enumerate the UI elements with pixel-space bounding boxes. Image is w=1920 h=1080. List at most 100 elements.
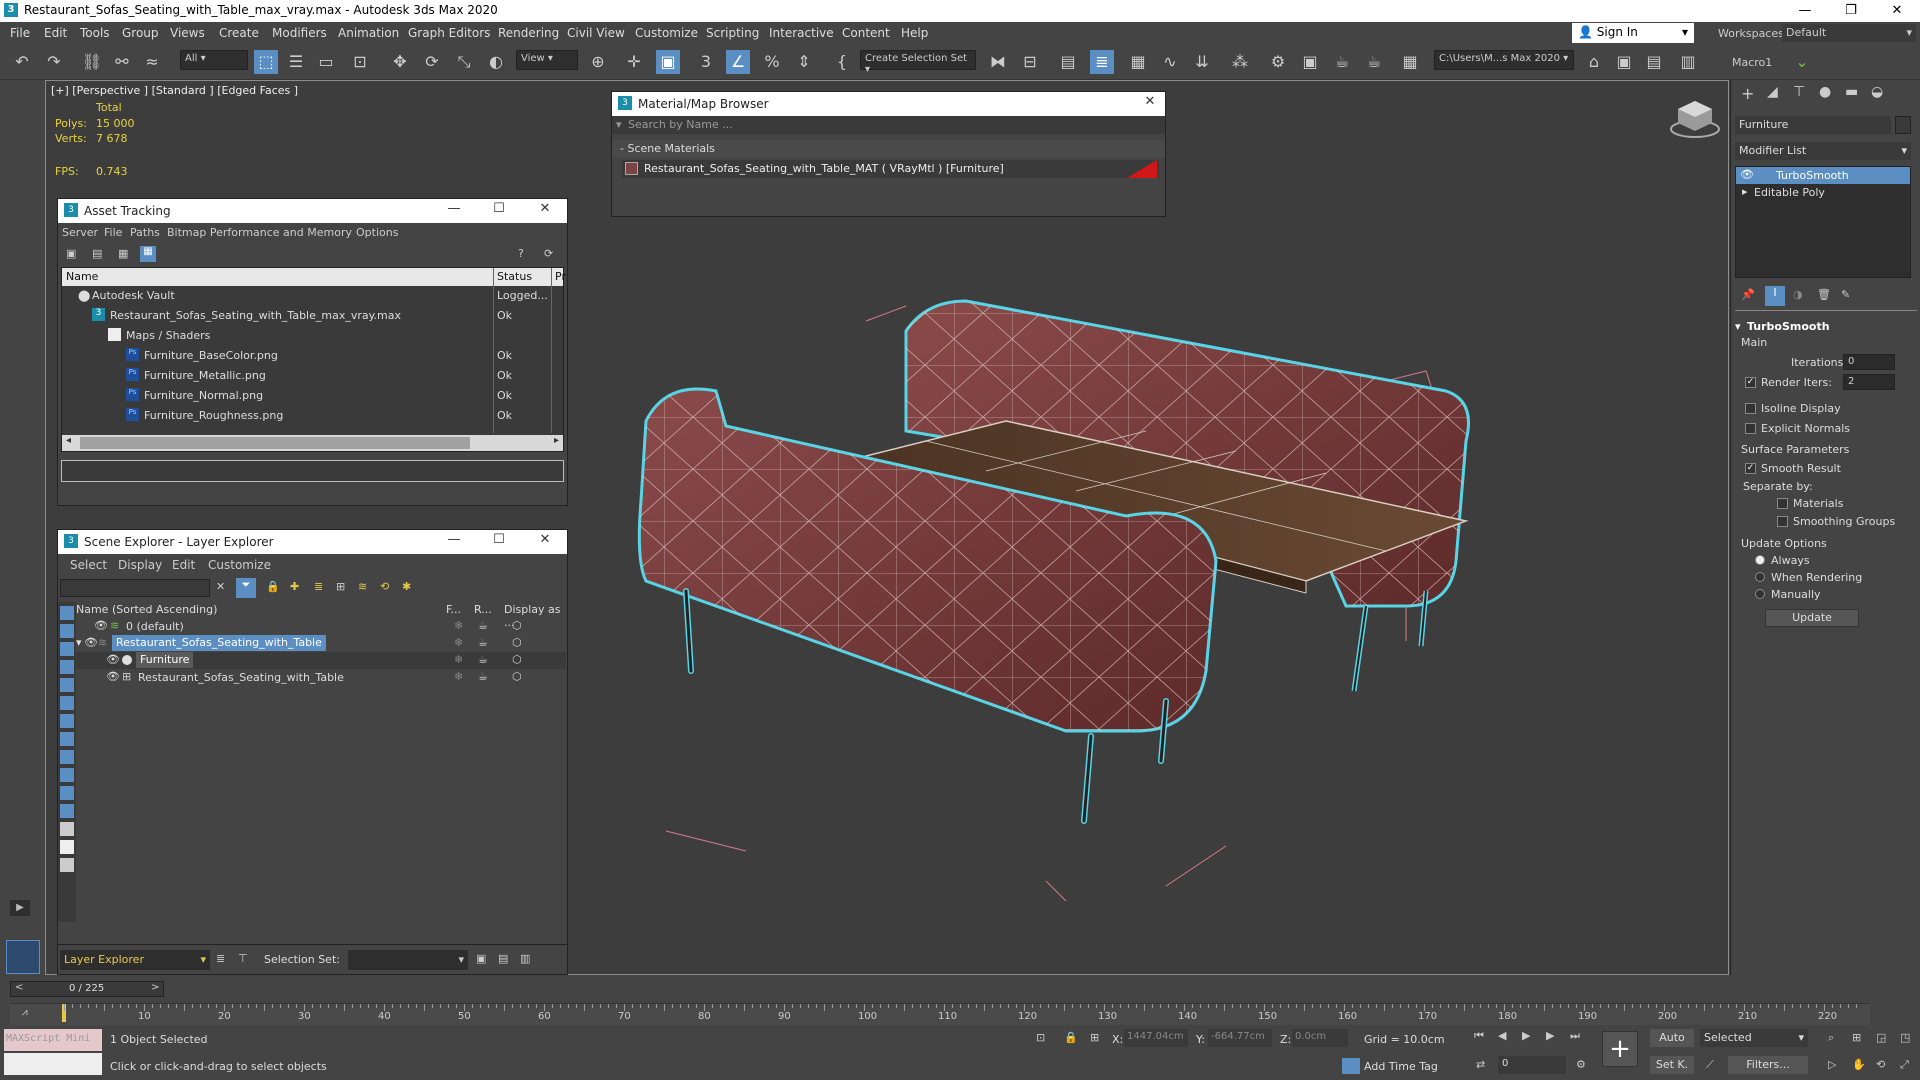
set-key-button[interactable]: Set K.	[1650, 1056, 1694, 1074]
eye-icon[interactable]: 👁	[94, 619, 108, 632]
go-to-end-icon[interactable]: ⏭	[1570, 1029, 1580, 1043]
minimize-icon[interactable]: —	[443, 201, 465, 216]
project-icon[interactable]: ▤	[1642, 50, 1666, 74]
display-box-icon[interactable]: ⬡	[512, 619, 522, 632]
add-time-tag[interactable]: Add Time Tag	[1364, 1060, 1438, 1073]
close-icon[interactable]: ✕	[1139, 94, 1161, 109]
time-tag-icon[interactable]	[1342, 1058, 1360, 1074]
freeze-icon[interactable]: ❄	[454, 653, 463, 666]
create-layer-icon[interactable]: ✚	[290, 580, 299, 593]
menu-interactive[interactable]: Interactive	[769, 26, 834, 40]
menu-bitmap-performance[interactable]: Bitmap Performance and Memory	[167, 226, 352, 239]
configure-sets-icon[interactable]: ✎	[1841, 288, 1850, 301]
schematic-view-icon[interactable]: ⇊	[1190, 50, 1214, 74]
viewport-layout-icon[interactable]	[6, 940, 40, 974]
save-project-icon[interactable]: ▣	[1612, 50, 1636, 74]
selection-set-dropdown[interactable]: ▾	[348, 950, 468, 970]
time-configuration-icon[interactable]: ⚙	[1576, 1058, 1586, 1071]
smoothing-groups-checkbox[interactable]	[1777, 516, 1788, 527]
toggle-scene-explorer-icon[interactable]: ▤	[1056, 50, 1080, 74]
chevron-right-icon[interactable]: ▸	[1742, 185, 1748, 198]
display-helpers-icon[interactable]	[60, 678, 74, 692]
material-browser-titlebar[interactable]: 3 Material/Map Browser ✕	[612, 92, 1165, 116]
render-icon[interactable]: ☕	[478, 636, 488, 649]
menu-paths[interactable]: Paths	[130, 226, 160, 239]
select-by-name-icon[interactable]: ☰	[284, 50, 308, 74]
go-to-start-icon[interactable]: ⏮	[1474, 1029, 1484, 1043]
table-row[interactable]: Ps Furniture_Roughness.png Ok	[62, 406, 563, 426]
motion-tab-icon[interactable]: ●	[1819, 84, 1831, 100]
menu-display[interactable]: Display	[118, 558, 162, 572]
display-lights-icon[interactable]	[60, 642, 74, 656]
display-groups-icon[interactable]	[60, 714, 74, 728]
smooth-result-checkbox[interactable]: ✓	[1745, 463, 1756, 474]
display-bones-icon[interactable]	[60, 750, 74, 764]
chevron-right-icon[interactable]: >	[151, 982, 159, 993]
help-icon[interactable]: ?	[518, 247, 524, 260]
explorer-type-dropdown[interactable]: Layer Explorer ▾	[60, 950, 210, 970]
display-box-icon[interactable]: ⬡	[512, 653, 522, 666]
isoline-checkbox[interactable]	[1745, 403, 1756, 414]
rectangular-selection-icon[interactable]: ▭	[314, 50, 338, 74]
update-button[interactable]: Update	[1765, 609, 1859, 627]
menu-tools[interactable]: Tools	[80, 26, 110, 40]
viewport-label[interactable]: [+] [Perspective ] [Standard ] [Edged Fa…	[51, 84, 298, 97]
menu-edit[interactable]: Edit	[44, 26, 67, 40]
rollout-header[interactable]: ▾ TurboSmooth	[1731, 318, 1920, 336]
display-shapes-icon[interactable]	[60, 624, 74, 638]
freeze-icon[interactable]: ❄	[454, 619, 463, 632]
window-crossing-icon[interactable]: ⊡	[348, 50, 372, 74]
menu-animation[interactable]: Animation	[338, 26, 399, 40]
sofa-table-model[interactable]	[606, 261, 1706, 901]
layers-icon[interactable]: ≣	[216, 952, 225, 965]
named-selection-dropdown[interactable]: Create Selection Set ▾	[860, 50, 976, 75]
display-cameras-icon[interactable]	[60, 660, 74, 674]
mirror-icon[interactable]: ⧓	[986, 50, 1010, 74]
play-icon[interactable]: ▶	[1522, 1029, 1530, 1042]
explorer-search-input[interactable]	[60, 579, 210, 597]
close-button[interactable]: ✕	[1874, 0, 1920, 22]
eye-icon[interactable]: 👁	[84, 636, 98, 649]
asset-path-field[interactable]	[61, 460, 564, 482]
maximize-icon[interactable]: ☐	[488, 532, 510, 547]
table-row[interactable]: 3 Restaurant_Sofas_Seating_with_Table_max…	[62, 306, 563, 326]
key-filter-dropdown[interactable]: Selected ▾	[1700, 1029, 1808, 1047]
table-row[interactable]: Ps Furniture_Normal.png Ok	[62, 386, 563, 406]
utilities-tab-icon[interactable]: ◒	[1871, 84, 1883, 100]
maximize-icon[interactable]: ☐	[488, 201, 510, 216]
modify-tab-icon[interactable]: ◢	[1767, 84, 1778, 100]
expand-icon[interactable]: ▶	[10, 900, 30, 916]
display-box-icon[interactable]: ⬡	[512, 670, 522, 683]
table-row[interactable]: ⬤ Autodesk Vault Logged...	[62, 286, 563, 306]
menu-customize[interactable]: Customize	[635, 26, 698, 40]
maxscript-output[interactable]	[4, 1053, 102, 1075]
set-key-icon[interactable]: +	[1602, 1031, 1638, 1067]
modifier-list-dropdown[interactable]: Modifier List ▾	[1735, 142, 1911, 160]
refresh-icon[interactable]: ⟳	[544, 247, 553, 260]
project-settings-icon[interactable]: ▥	[1676, 50, 1700, 74]
close-icon[interactable]: ✕	[534, 201, 556, 216]
vault-icon[interactable]: ▣	[66, 247, 76, 260]
material-editor-icon[interactable]: ⁂	[1228, 50, 1252, 74]
close-icon[interactable]: ✕	[534, 532, 556, 547]
maxscript-listener[interactable]: MAXScript Mini	[4, 1029, 102, 1051]
materials-checkbox[interactable]	[1777, 498, 1788, 509]
pin-stack-icon[interactable]: 📌	[1741, 288, 1755, 301]
auto-key-button[interactable]: Auto	[1650, 1029, 1694, 1047]
display-geometry-icon[interactable]	[60, 606, 74, 620]
menu-content[interactable]: Content	[842, 26, 890, 40]
stack-item-turbosmooth[interactable]: 👁 TurboSmooth	[1736, 167, 1910, 184]
render-production-icon[interactable]: ☕	[1330, 50, 1354, 74]
workspaces-dropdown[interactable]: Default ▾	[1782, 24, 1916, 42]
macro-label[interactable]: Macro1	[1732, 56, 1772, 69]
toggle-layer-explorer-icon[interactable]: ≣	[1090, 50, 1114, 74]
chevron-right-icon[interactable]: ▸	[554, 435, 559, 446]
ribbon-icon[interactable]: ▦	[1126, 50, 1150, 74]
zoom-icon[interactable]: ⌕	[1828, 1031, 1834, 1045]
time-slider[interactable]: < 0 / 225 >	[10, 981, 164, 997]
render-icon[interactable]: ☕	[478, 670, 488, 683]
object-name-field[interactable]: Furniture	[1735, 116, 1891, 134]
material-list-item[interactable]: Restaurant_Sofas_Seating_with_Table_MAT …	[622, 160, 1159, 178]
save-selection-icon[interactable]: ▣	[476, 952, 486, 965]
maximize-viewport-icon[interactable]: ⤢	[1900, 1058, 1909, 1072]
